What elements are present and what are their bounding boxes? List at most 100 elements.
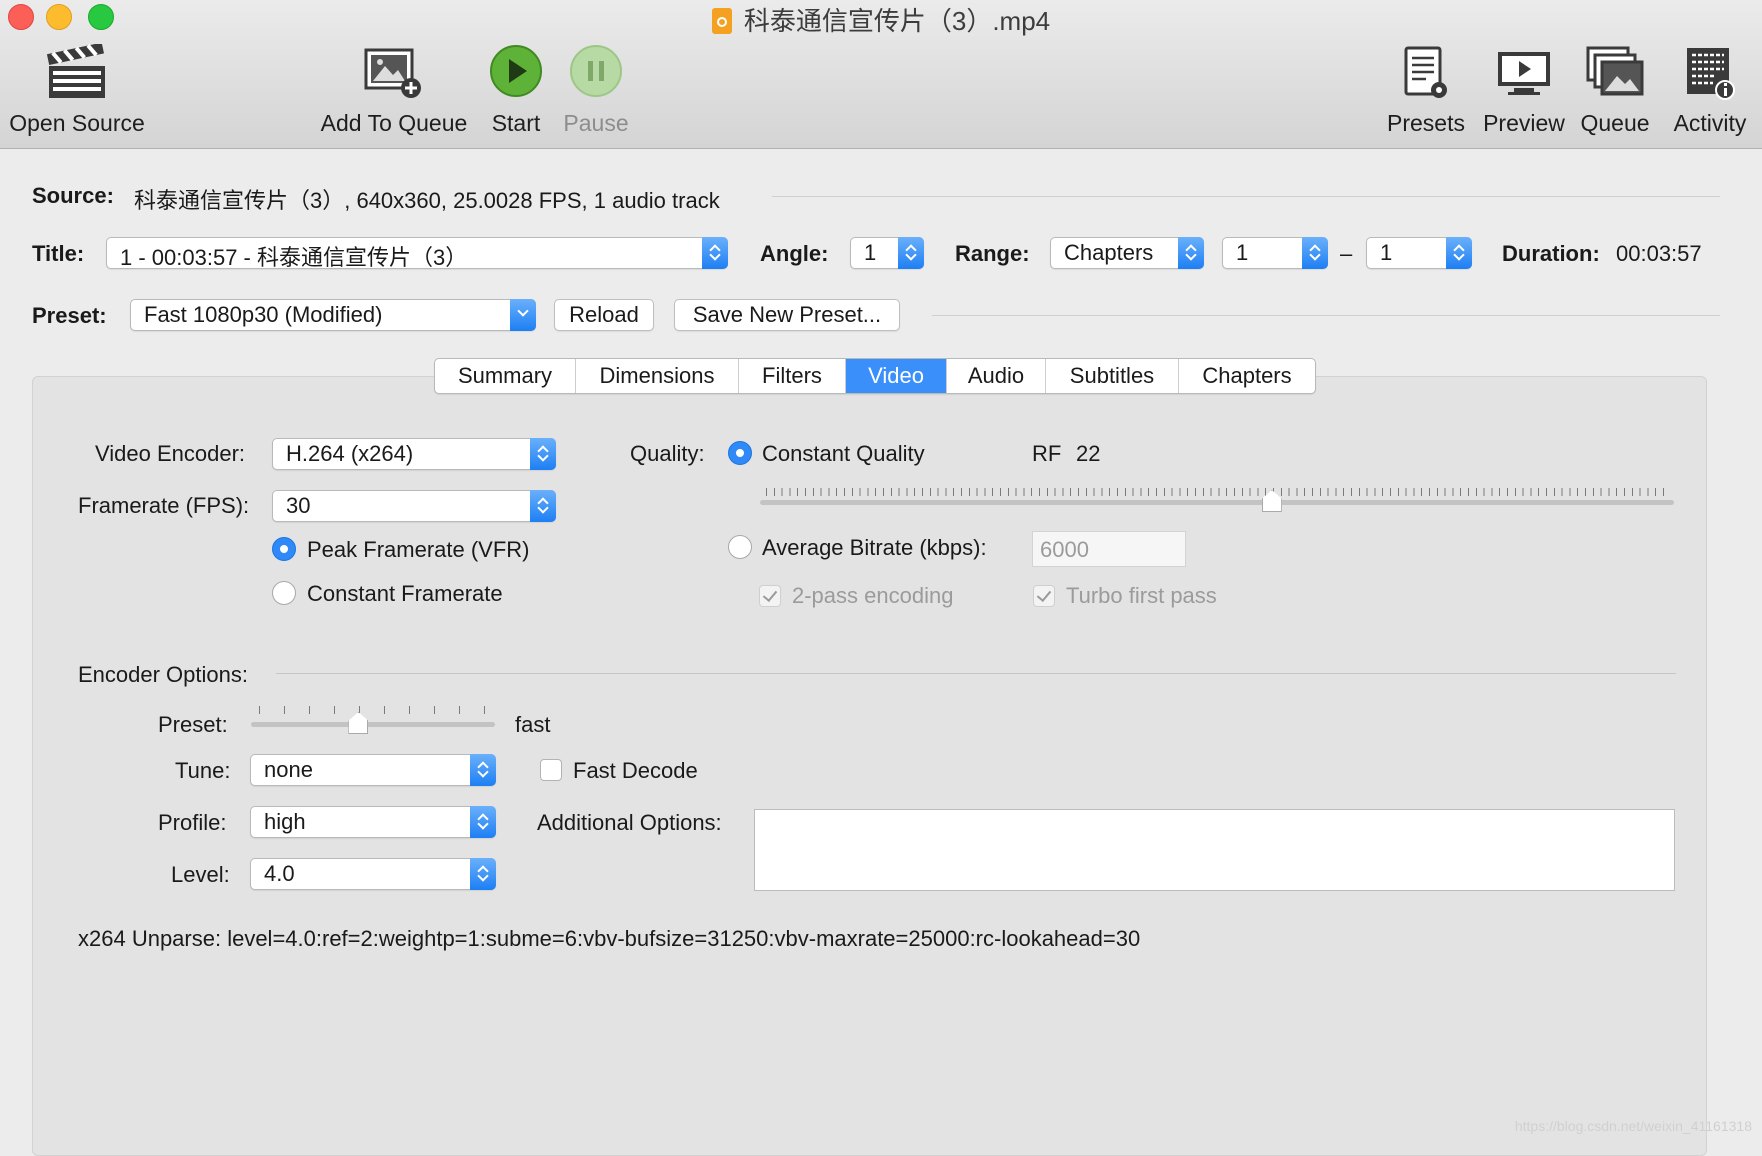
- presets-icon: [1404, 46, 1447, 98]
- turbo-first-pass-checkbox[interactable]: [1033, 585, 1055, 607]
- preset-popup-value: Fast 1080p30 (Modified): [144, 302, 383, 327]
- chevron-updown-icon: [530, 438, 556, 470]
- chevron-updown-icon: [1302, 237, 1328, 269]
- encoder-preset-slider[interactable]: [251, 704, 495, 738]
- fast-decode-label: Fast Decode: [573, 758, 698, 783]
- average-bitrate-label: Average Bitrate (kbps):: [762, 535, 987, 560]
- profile-popup[interactable]: high: [250, 806, 496, 838]
- level-popup[interactable]: 4.0: [250, 858, 496, 890]
- preset-label: Preset:: [32, 303, 107, 328]
- chevron-updown-icon: [702, 237, 728, 269]
- title-popup-value: 1 - 00:03:57 - 科泰通信宣传片（3）: [120, 245, 468, 270]
- activity-label: Activity: [1673, 110, 1747, 136]
- tab-dimensions[interactable]: Dimensions: [576, 359, 739, 393]
- chevron-updown-icon: [470, 806, 496, 838]
- tab-bar: Summary Dimensions Filters Video Audio S…: [434, 358, 1316, 394]
- video-encoder-label: Video Encoder:: [95, 441, 246, 466]
- tune-popup[interactable]: none: [250, 754, 496, 786]
- constant-framerate-radio[interactable]: [272, 581, 296, 605]
- range-separator: –: [1340, 241, 1353, 266]
- encoder-preset-value: fast: [515, 712, 551, 737]
- open-source-button[interactable]: Open Source: [4, 44, 150, 140]
- rf-label: RF: [1032, 441, 1062, 466]
- additional-options-field[interactable]: [754, 809, 1675, 891]
- add-to-queue-label: Add To Queue: [320, 110, 468, 136]
- title-popup[interactable]: 1 - 00:03:57 - 科泰通信宣传片（3）: [106, 237, 728, 270]
- level-label: Level:: [171, 862, 230, 887]
- rf-slider-ticks: [766, 488, 1668, 496]
- tab-audio[interactable]: Audio: [947, 359, 1046, 393]
- chevron-updown-icon: [898, 237, 924, 269]
- activity-button[interactable]: Activity: [1662, 44, 1758, 140]
- two-pass-checkbox[interactable]: [759, 585, 781, 607]
- range-end-popup[interactable]: 1: [1366, 237, 1472, 269]
- quality-label: Quality:: [630, 441, 705, 466]
- watermark: https://blog.csdn.net/weixin_41161318: [1514, 1118, 1752, 1134]
- divider: [772, 196, 1720, 197]
- pause-button[interactable]: Pause: [560, 44, 632, 140]
- chevron-updown-icon: [470, 858, 496, 890]
- encoder-options-heading: Encoder Options:: [78, 662, 248, 687]
- range-start-value: 1: [1236, 240, 1249, 265]
- constant-quality-radio[interactable]: [728, 441, 752, 465]
- tab-summary[interactable]: Summary: [435, 359, 576, 393]
- window-title-text: 科泰通信宣传片（3）.mp4: [743, 6, 1051, 36]
- preview-button[interactable]: Preview: [1478, 44, 1570, 140]
- queue-button[interactable]: Queue: [1574, 44, 1656, 140]
- average-bitrate-radio[interactable]: [728, 535, 752, 559]
- bitrate-value: 6000: [1040, 537, 1089, 562]
- checkmark-icon: [1036, 586, 1052, 603]
- range-type-value: Chapters: [1064, 240, 1154, 265]
- tab-subtitles[interactable]: Subtitles: [1046, 359, 1179, 393]
- fast-decode-checkbox[interactable]: [540, 759, 562, 781]
- tab-chapters[interactable]: Chapters: [1179, 359, 1315, 393]
- queue-label: Queue: [1580, 110, 1650, 136]
- save-new-preset-button[interactable]: Save New Preset...: [674, 299, 900, 331]
- queue-icon: [1586, 46, 1644, 96]
- framerate-value: 30: [286, 493, 311, 518]
- framerate-popup[interactable]: 30: [272, 490, 556, 522]
- encoder-preset-knob[interactable]: [348, 712, 369, 734]
- tab-filters[interactable]: Filters: [739, 359, 846, 393]
- divider: [932, 315, 1720, 316]
- add-to-queue-button[interactable]: Add To Queue: [316, 44, 472, 140]
- range-start-popup[interactable]: 1: [1222, 237, 1328, 269]
- presets-button[interactable]: Presets: [1380, 44, 1472, 140]
- tune-label: Tune:: [175, 758, 231, 783]
- profile-label: Profile:: [158, 810, 227, 835]
- duration-label: Duration:: [1502, 241, 1600, 266]
- tab-video[interactable]: Video: [846, 359, 947, 393]
- encoder-preset-track: [251, 722, 495, 727]
- tune-value: none: [264, 757, 313, 782]
- reload-button[interactable]: Reload: [554, 299, 654, 331]
- start-button[interactable]: Start: [480, 44, 552, 140]
- additional-options-label: Additional Options:: [537, 810, 722, 835]
- peak-framerate-radio[interactable]: [272, 537, 296, 561]
- divider: [276, 673, 1676, 674]
- pause-label: Pause: [563, 110, 629, 136]
- encoder-preset-label: Preset:: [158, 712, 228, 737]
- chevron-updown-icon: [470, 754, 496, 786]
- video-encoder-popup[interactable]: H.264 (x264): [272, 438, 556, 470]
- peak-framerate-label: Peak Framerate (VFR): [307, 537, 530, 562]
- angle-popup[interactable]: 1: [850, 237, 924, 269]
- angle-label: Angle:: [760, 241, 829, 266]
- video-file-icon: [711, 8, 732, 34]
- window-title: 科泰通信宣传片（3）.mp4: [0, 1, 1762, 38]
- range-type-popup[interactable]: Chapters: [1050, 237, 1204, 269]
- activity-log-icon: [1687, 48, 1735, 100]
- encoder-preset-ticks: [259, 706, 491, 714]
- video-encoder-value: H.264 (x264): [286, 441, 414, 466]
- range-end-value: 1: [1380, 240, 1393, 265]
- range-label: Range:: [955, 241, 1030, 266]
- rf-slider[interactable]: [760, 486, 1674, 516]
- angle-popup-value: 1: [864, 240, 877, 265]
- start-label: Start: [491, 110, 541, 136]
- turbo-first-pass-label: Turbo first pass: [1066, 583, 1217, 608]
- play-icon: [490, 45, 542, 97]
- add-to-queue-icon: [364, 48, 421, 98]
- preset-popup[interactable]: Fast 1080p30 (Modified): [130, 299, 536, 331]
- bitrate-field[interactable]: 6000: [1032, 531, 1186, 567]
- chevron-updown-icon: [1446, 237, 1472, 269]
- rf-slider-track: [760, 500, 1674, 505]
